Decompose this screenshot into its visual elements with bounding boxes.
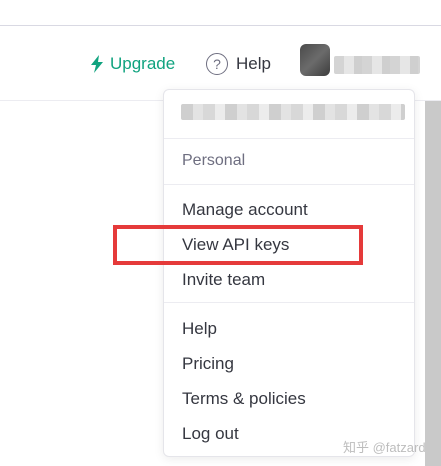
menu-item-pricing[interactable]: Pricing: [182, 354, 234, 374]
upgrade-label: Upgrade: [110, 54, 176, 73]
top-strip: [0, 0, 441, 26]
annotation-highlight-box: [113, 225, 363, 265]
help-label: Help: [236, 54, 271, 73]
watermark: 知乎 @fatzard: [343, 440, 426, 455]
account-email-redacted: [181, 104, 405, 120]
menu-divider: [164, 184, 414, 185]
menu-divider: [164, 138, 414, 139]
page-edge-shadow: [425, 101, 441, 466]
menu-item-log-out[interactable]: Log out: [182, 424, 239, 444]
menu-item-manage-account[interactable]: Manage account: [182, 200, 308, 220]
avatar[interactable]: [300, 44, 330, 76]
help-link[interactable]: ? Help: [206, 52, 271, 76]
help-icon-glyph: ?: [213, 56, 221, 72]
menu-item-invite-team[interactable]: Invite team: [182, 270, 265, 290]
account-name-redacted: [334, 56, 420, 74]
menu-divider: [164, 302, 414, 303]
menu-section-personal: Personal: [182, 152, 246, 169]
lightning-icon: [91, 55, 103, 73]
account-dropdown-menu: Personal Manage account View API keys In…: [163, 89, 415, 457]
upgrade-link[interactable]: Upgrade: [90, 53, 175, 75]
help-circle-icon: ?: [206, 53, 228, 75]
menu-item-terms-policies[interactable]: Terms & policies: [182, 389, 306, 409]
menu-item-help[interactable]: Help: [182, 319, 217, 339]
